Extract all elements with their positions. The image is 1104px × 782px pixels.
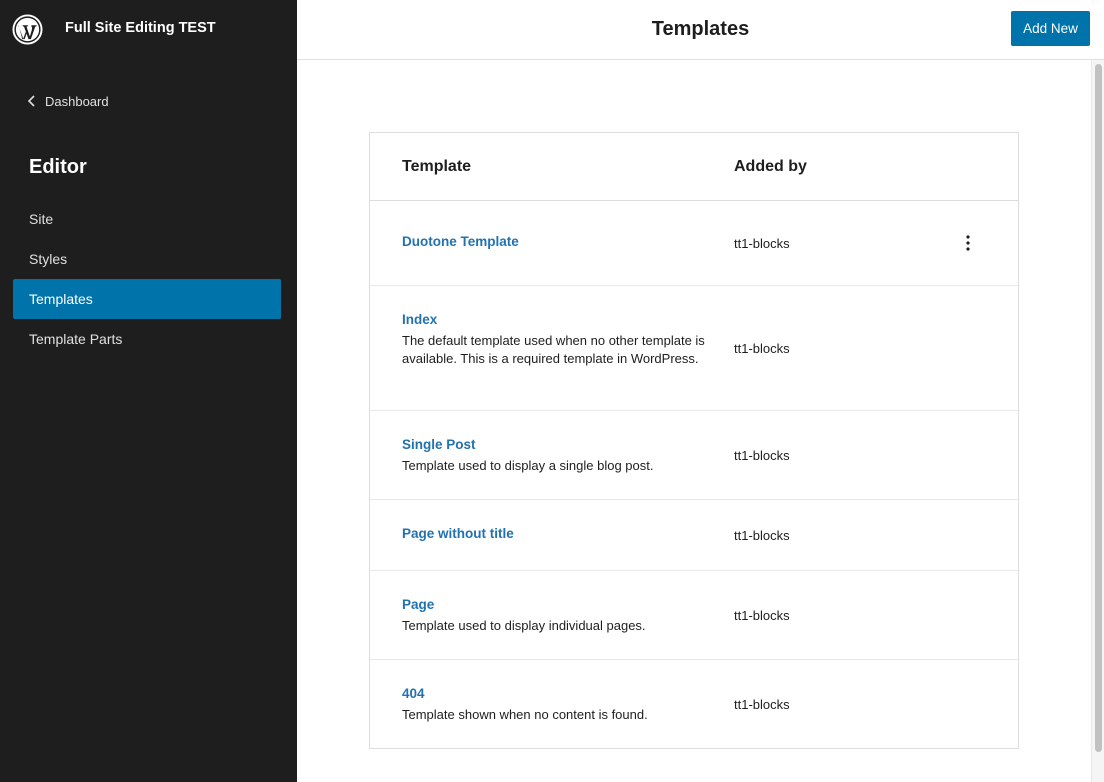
editor-heading: Editor	[29, 156, 87, 178]
template-description: The default template used when no other …	[402, 333, 705, 366]
more-actions-button[interactable]	[958, 233, 978, 253]
table-header: Template Added by	[370, 133, 1018, 201]
table-row: 404 Template shown when no content is fo…	[370, 660, 1018, 748]
sidebar-nav: Site Styles Templates Template Parts	[13, 199, 281, 359]
template-added-by: tt1-blocks	[734, 528, 790, 543]
scrollbar-thumb[interactable]	[1095, 64, 1102, 752]
template-title-link[interactable]: Index	[402, 312, 437, 327]
content-scrollbar[interactable]	[1091, 60, 1104, 782]
column-header-template: Template	[402, 158, 472, 175]
column-header-added-by: Added by	[734, 158, 807, 175]
template-title-link[interactable]: Page	[402, 597, 434, 612]
dashboard-back-label: Dashboard	[45, 93, 109, 109]
template-title-link[interactable]: Page without title	[402, 526, 514, 541]
sidebar-item-site[interactable]: Site	[13, 199, 281, 239]
template-added-by: tt1-blocks	[734, 697, 790, 712]
template-description: Template used to display a single blog p…	[402, 458, 654, 473]
template-title-link[interactable]: Single Post	[402, 437, 476, 452]
table-row: Index The default template used when no …	[370, 286, 1018, 411]
wordpress-logo-icon[interactable]	[12, 14, 43, 45]
table-row: Single Post Template used to display a s…	[370, 411, 1018, 500]
site-branding: Full Site Editing TEST	[0, 0, 297, 60]
page-header: Templates Add New	[297, 0, 1104, 60]
sidebar: Full Site Editing TEST Dashboard Editor …	[0, 0, 297, 782]
sidebar-item-styles[interactable]: Styles	[13, 239, 281, 279]
template-added-by: tt1-blocks	[734, 236, 790, 251]
dashboard-back-link[interactable]: Dashboard	[26, 92, 109, 110]
table-row: Duotone Template tt1-blocks	[370, 201, 1018, 286]
template-added-by: tt1-blocks	[734, 448, 790, 463]
table-row: Page without title tt1-blocks	[370, 500, 1018, 571]
site-title: Full Site Editing TEST	[65, 20, 216, 36]
templates-content: Template Added by Duotone Template tt1-b…	[297, 60, 1091, 782]
more-vertical-icon	[966, 235, 970, 251]
templates-table: Template Added by Duotone Template tt1-b…	[369, 132, 1019, 749]
template-title-link[interactable]: 404	[402, 686, 425, 701]
sidebar-item-templates[interactable]: Templates	[13, 279, 281, 319]
sidebar-item-template-parts[interactable]: Template Parts	[13, 319, 281, 359]
template-added-by: tt1-blocks	[734, 341, 790, 356]
template-added-by: tt1-blocks	[734, 608, 790, 623]
table-row: Page Template used to display individual…	[370, 571, 1018, 660]
add-new-button[interactable]: Add New	[1011, 11, 1090, 46]
chevron-left-icon	[27, 95, 35, 107]
page-title: Templates	[651, 18, 750, 40]
template-description: Template shown when no content is found.	[402, 707, 648, 722]
template-title-link[interactable]: Duotone Template	[402, 234, 519, 249]
template-description: Template used to display individual page…	[402, 618, 646, 633]
